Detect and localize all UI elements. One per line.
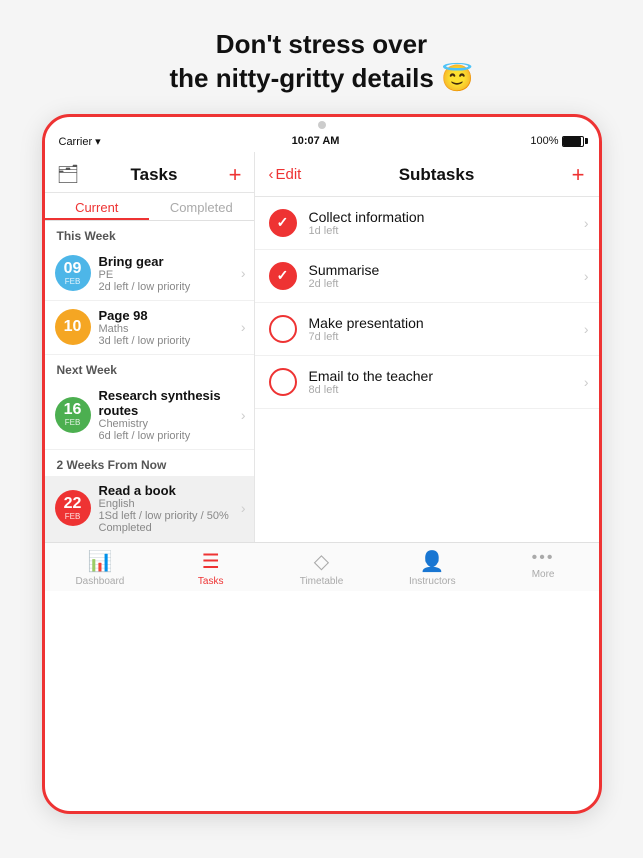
section-next-week: Next Week bbox=[45, 355, 254, 381]
left-header: 🗂 Tasks + bbox=[45, 152, 254, 193]
chevron-right-icon: › bbox=[584, 215, 589, 231]
task-item-research[interactable]: 16 Feb Research synthesis routes Chemist… bbox=[45, 381, 254, 450]
subtask-make-presentation[interactable]: Make presentation 7d left › bbox=[255, 303, 599, 356]
section-this-week: This Week bbox=[45, 221, 254, 247]
timetable-icon: ◇ bbox=[314, 549, 329, 574]
nav-more[interactable]: ••• More bbox=[488, 549, 599, 587]
more-icon: ••• bbox=[532, 549, 555, 567]
status-bar: Carrier ▾ 10:07 AM 100% bbox=[45, 129, 599, 152]
edit-button[interactable]: ‹ Edit bbox=[269, 166, 302, 183]
nav-tasks[interactable]: ☰ Tasks bbox=[155, 549, 266, 587]
section-2weeks: 2 Weeks From Now bbox=[45, 450, 254, 476]
page-wrapper: Don't stress over the nitty-gritty detai… bbox=[0, 0, 643, 858]
subtask-collect-info[interactable]: ✓ Collect information 1d left › bbox=[255, 197, 599, 250]
chevron-right-icon: › bbox=[241, 319, 246, 335]
check-circle-email bbox=[269, 368, 297, 396]
app-content: 🗂 Tasks + Current Completed This Week 09… bbox=[45, 152, 599, 542]
chevron-right-icon: › bbox=[241, 265, 246, 281]
task-info-bring-gear: Bring gear PE 2d left / low priority bbox=[99, 254, 241, 293]
battery-icon bbox=[562, 136, 584, 147]
chevron-right-icon: › bbox=[241, 500, 246, 516]
nav-instructors-label: Instructors bbox=[409, 576, 456, 587]
nav-dashboard-label: Dashboard bbox=[75, 576, 124, 587]
tablet-frame: Carrier ▾ 10:07 AM 100% 🗂 Tasks + Curren… bbox=[42, 114, 602, 814]
nav-tasks-label: Tasks bbox=[198, 576, 224, 587]
tab-completed[interactable]: Completed bbox=[149, 193, 254, 220]
subtask-email-teacher[interactable]: Email to the teacher 8d left › bbox=[255, 356, 599, 409]
subtask-info-presentation: Make presentation 7d left bbox=[309, 315, 584, 343]
folder-icon[interactable]: 🗂 bbox=[57, 164, 80, 185]
task-list: This Week 09 Feb Bring gear PE 2d left /… bbox=[45, 221, 254, 542]
task-badge-16: 16 Feb bbox=[55, 397, 91, 433]
task-badge-09: 09 Feb bbox=[55, 255, 91, 291]
subtasks-title: Subtasks bbox=[301, 165, 571, 185]
headline-line2: the nitty-gritty details 😇 bbox=[170, 63, 474, 93]
camera-notch bbox=[318, 121, 326, 129]
battery-percent: 100% bbox=[530, 135, 558, 147]
tab-current[interactable]: Current bbox=[45, 193, 150, 220]
task-info-research: Research synthesis routes Chemistry 6d l… bbox=[99, 388, 241, 442]
nav-timetable-label: Timetable bbox=[300, 576, 344, 587]
add-task-button[interactable]: + bbox=[229, 162, 242, 188]
subtask-info-email: Email to the teacher 8d left bbox=[309, 368, 584, 396]
nav-dashboard[interactable]: 📊 Dashboard bbox=[45, 549, 156, 587]
nav-instructors[interactable]: 👤 Instructors bbox=[377, 549, 488, 587]
tabs: Current Completed bbox=[45, 193, 254, 221]
subtask-list: ✓ Collect information 1d left › ✓ bbox=[255, 197, 599, 542]
chevron-right-icon: › bbox=[584, 374, 589, 390]
right-panel: ‹ Edit Subtasks + ✓ Collect information … bbox=[255, 152, 599, 542]
task-item-bring-gear[interactable]: 09 Feb Bring gear PE 2d left / low prior… bbox=[45, 247, 254, 301]
battery: 100% bbox=[530, 135, 584, 147]
headline-line1: Don't stress over bbox=[216, 29, 427, 59]
right-header: ‹ Edit Subtasks + bbox=[255, 152, 599, 197]
time: 10:07 AM bbox=[292, 135, 340, 147]
nav-timetable[interactable]: ◇ Timetable bbox=[266, 549, 377, 587]
task-badge-22: 22 Feb bbox=[55, 490, 91, 526]
headline: Don't stress over the nitty-gritty detai… bbox=[130, 0, 514, 114]
chevron-right-icon: › bbox=[584, 268, 589, 284]
instructors-icon: 👤 bbox=[420, 549, 445, 574]
check-circle-summarise: ✓ bbox=[269, 262, 297, 290]
subtask-info-summarise: Summarise 2d left bbox=[309, 262, 584, 290]
chevron-right-icon: › bbox=[584, 321, 589, 337]
tasks-icon: ☰ bbox=[202, 549, 220, 574]
carrier: Carrier ▾ bbox=[59, 135, 101, 148]
dashboard-icon: 📊 bbox=[87, 549, 112, 574]
tasks-title: Tasks bbox=[79, 165, 228, 185]
task-item-page98[interactable]: 10 Page 98 Maths 3d left / low priority … bbox=[45, 301, 254, 355]
chevron-right-icon: › bbox=[241, 407, 246, 423]
nav-more-label: More bbox=[532, 569, 555, 580]
check-circle-presentation bbox=[269, 315, 297, 343]
task-item-read-book[interactable]: 22 Feb Read a book English 1Sd left / lo… bbox=[45, 476, 254, 542]
left-panel: 🗂 Tasks + Current Completed This Week 09… bbox=[45, 152, 255, 542]
task-info-read-book: Read a book English 1Sd left / low prior… bbox=[99, 483, 241, 534]
bottom-nav: 📊 Dashboard ☰ Tasks ◇ Timetable 👤 Instru… bbox=[45, 542, 599, 591]
check-circle-collect: ✓ bbox=[269, 209, 297, 237]
task-badge-10: 10 bbox=[55, 309, 91, 345]
subtask-info-collect: Collect information 1d left bbox=[309, 209, 584, 237]
task-info-page98: Page 98 Maths 3d left / low priority bbox=[99, 308, 241, 347]
subtask-summarise[interactable]: ✓ Summarise 2d left › bbox=[255, 250, 599, 303]
add-subtask-button[interactable]: + bbox=[572, 162, 585, 188]
